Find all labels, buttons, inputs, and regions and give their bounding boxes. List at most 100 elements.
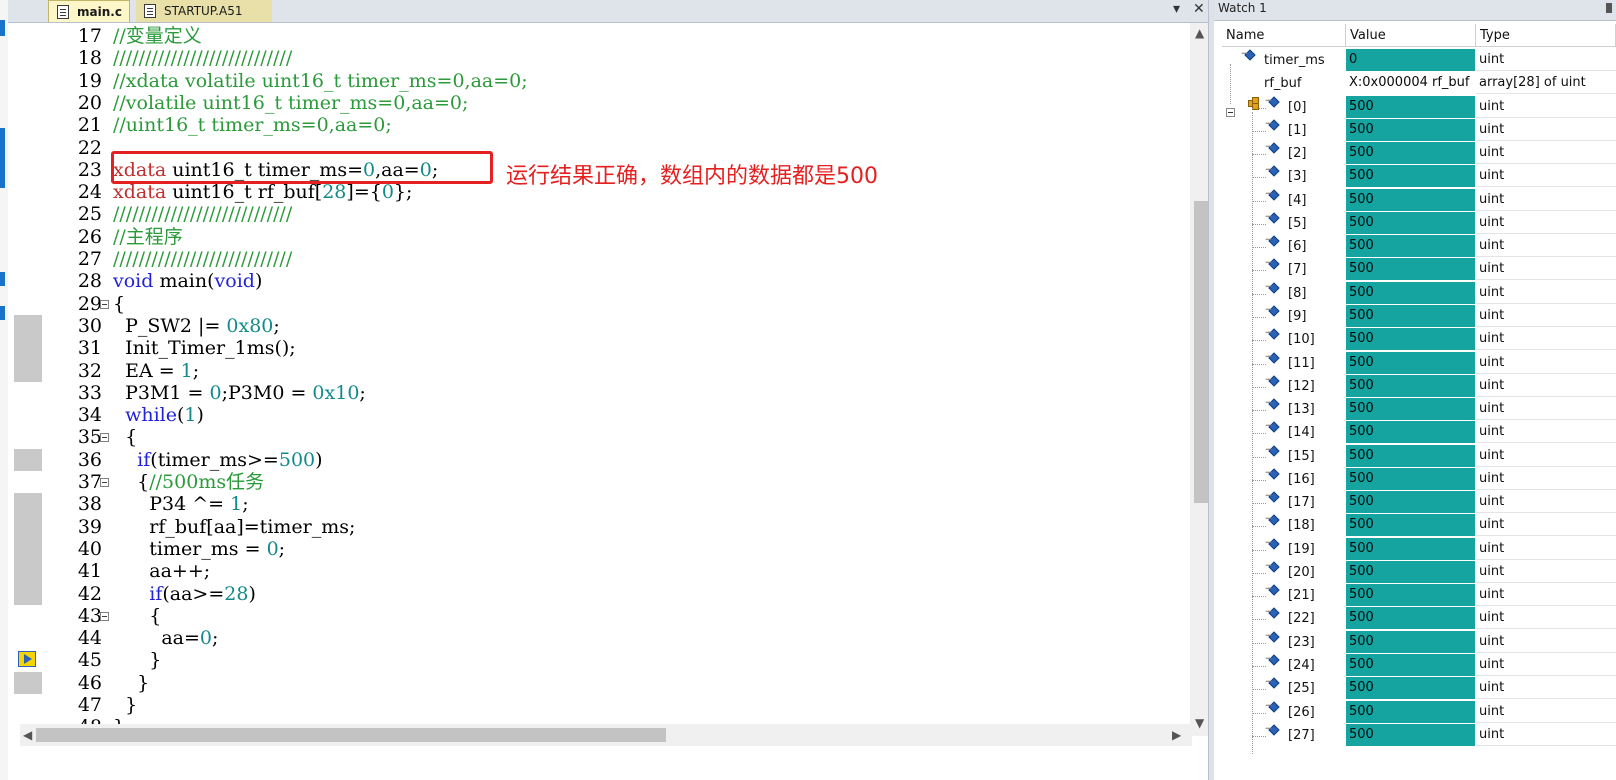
- watch-row[interactable]: [5] 500 uint: [1222, 211, 1616, 235]
- watch-row[interactable]: [27] 500 uint: [1222, 723, 1616, 747]
- code-line[interactable]: ////////////////////////////: [113, 248, 292, 270]
- watch-value[interactable]: 500: [1346, 398, 1475, 421]
- watch-value[interactable]: 500: [1346, 351, 1475, 374]
- code-line[interactable]: //uint16_t timer_ms=0,aa=0;: [113, 114, 392, 136]
- code-line[interactable]: //变量定义: [113, 25, 202, 47]
- tab-main-c[interactable]: main.c: [48, 0, 130, 22]
- watch-row[interactable]: [12] 500 uint: [1222, 374, 1616, 398]
- watch-value[interactable]: X:0x000004 rf_buf: [1346, 72, 1475, 94]
- code-line[interactable]: aa++;: [113, 560, 210, 582]
- watch-row[interactable]: rf_buf X:0x000004 rf_buf array[28] of uint: [1222, 72, 1616, 95]
- watch-row[interactable]: [26] 500 uint: [1222, 700, 1616, 724]
- code-line[interactable]: {: [113, 293, 125, 315]
- watch-row[interactable]: [1] 500 uint: [1222, 118, 1616, 142]
- watch-value[interactable]: 500: [1346, 258, 1475, 281]
- code-line[interactable]: timer_ms = 0;: [113, 538, 285, 560]
- watch-value[interactable]: 500: [1346, 654, 1475, 677]
- watch-row[interactable]: [24] 500 uint: [1222, 654, 1616, 677]
- code-line[interactable]: P3M1 = 0;P3M0 = 0x10;: [113, 382, 366, 404]
- watch-value[interactable]: 500: [1346, 467, 1475, 490]
- tab-dropdown-icon[interactable]: ▾: [1173, 1, 1180, 17]
- line-gutter[interactable]: 17 18 19 20 21 22 23 24 25 26 27 28 29 30 31 32 33 34 35 36…: [8, 23, 109, 738]
- watch-row[interactable]: [11] 500 uint: [1222, 351, 1616, 375]
- watch-value[interactable]: 500: [1346, 281, 1475, 304]
- watch-value[interactable]: 500: [1346, 537, 1475, 560]
- pin-icon[interactable]: [1606, 3, 1612, 13]
- watch-value[interactable]: 500: [1346, 491, 1475, 514]
- watch-row[interactable]: [10] 500 uint: [1222, 328, 1616, 351]
- watch-row[interactable]: [3] 500 uint: [1222, 165, 1616, 188]
- watch-value[interactable]: 500: [1346, 444, 1475, 467]
- watch-row[interactable]: [0] 500 uint: [1222, 95, 1616, 119]
- watch-value[interactable]: 500: [1346, 95, 1475, 118]
- scroll-up-icon[interactable]: ▲: [1195, 26, 1204, 40]
- tab-startup-a51[interactable]: STARTUP.A51: [136, 0, 272, 22]
- scroll-thumb[interactable]: [1194, 201, 1208, 503]
- scroll-thumb[interactable]: [36, 728, 666, 742]
- watch-row[interactable]: [4] 500 uint: [1222, 188, 1616, 212]
- code-line[interactable]: //主程序: [113, 226, 183, 248]
- code-line[interactable]: P34 ^= 1;: [113, 493, 248, 515]
- watch-value[interactable]: 500: [1346, 142, 1475, 165]
- watch-row[interactable]: [7] 500 uint: [1222, 258, 1616, 281]
- watch-row[interactable]: [20] 500 uint: [1222, 560, 1616, 584]
- watch-value[interactable]: 500: [1346, 235, 1475, 258]
- code-line[interactable]: rf_buf[aa]=timer_ms;: [113, 516, 355, 538]
- watch-value[interactable]: 500: [1346, 304, 1475, 327]
- horizontal-scrollbar[interactable]: ◀ ▶: [20, 724, 1192, 746]
- code-line[interactable]: void main(void): [113, 270, 262, 292]
- watch-value[interactable]: 500: [1346, 630, 1475, 653]
- code-line[interactable]: {: [113, 605, 161, 627]
- fold-toggle-icon[interactable]: [100, 299, 109, 309]
- code-line[interactable]: ////////////////////////////: [113, 203, 292, 225]
- code-line[interactable]: while(1): [113, 404, 204, 426]
- fold-toggle-icon[interactable]: [100, 611, 109, 621]
- close-icon[interactable]: ✕: [1193, 1, 1205, 17]
- code-line[interactable]: }: [113, 672, 149, 694]
- watch-value[interactable]: 500: [1346, 677, 1475, 700]
- watch-row[interactable]: [18] 500 uint: [1222, 514, 1616, 537]
- watch-row[interactable]: [17] 500 uint: [1222, 491, 1616, 514]
- watch-row[interactable]: timer_ms 0 uint: [1222, 49, 1616, 72]
- watch-value[interactable]: 500: [1346, 328, 1475, 351]
- code-line[interactable]: aa=0;: [113, 627, 218, 649]
- code-line[interactable]: }: [113, 649, 161, 671]
- column-header-value[interactable]: Value: [1346, 24, 1476, 47]
- code-line[interactable]: //volatile uint16_t timer_ms=0,aa=0;: [113, 92, 468, 114]
- code-line[interactable]: xdata uint16_t rf_buf[28]={0};: [113, 181, 412, 203]
- watch-row[interactable]: [15] 500 uint: [1222, 444, 1616, 468]
- watch-value[interactable]: 500: [1346, 584, 1475, 607]
- watch-value[interactable]: 500: [1346, 514, 1475, 537]
- watch-row[interactable]: [14] 500 uint: [1222, 421, 1616, 444]
- scroll-right-icon[interactable]: ▶: [1172, 728, 1181, 742]
- watch-value[interactable]: 500: [1346, 723, 1475, 746]
- watch-row[interactable]: [23] 500 uint: [1222, 630, 1616, 654]
- scroll-left-icon[interactable]: ◀: [23, 728, 32, 742]
- watch-value[interactable]: 500: [1346, 421, 1475, 444]
- watch-row[interactable]: [25] 500 uint: [1222, 677, 1616, 700]
- code-line[interactable]: Init_Timer_1ms();: [113, 337, 296, 359]
- fold-toggle-icon[interactable]: [100, 478, 109, 487]
- code-line[interactable]: //xdata volatile uint16_t timer_ms=0,aa=…: [113, 70, 528, 92]
- watch-value[interactable]: 500: [1346, 118, 1475, 141]
- watch-value[interactable]: 0: [1346, 49, 1475, 71]
- code-line[interactable]: EA = 1;: [113, 360, 199, 382]
- watch-row[interactable]: [6] 500 uint: [1222, 235, 1616, 258]
- code-line[interactable]: }: [113, 694, 137, 716]
- code-line[interactable]: if(timer_ms>=500): [113, 449, 322, 471]
- fold-toggle-icon[interactable]: [100, 433, 109, 443]
- watch-row[interactable]: [22] 500 uint: [1222, 607, 1616, 630]
- code-line[interactable]: {//500ms任务: [113, 471, 264, 493]
- scroll-down-icon[interactable]: ▼: [1195, 716, 1204, 730]
- column-header-name[interactable]: Name: [1222, 24, 1346, 47]
- watch-value[interactable]: 500: [1346, 560, 1475, 583]
- code-area[interactable]: //变量定义//////////////////////////////xdat…: [113, 23, 1188, 736]
- watch-value[interactable]: 500: [1346, 700, 1475, 723]
- watch-row[interactable]: [19] 500 uint: [1222, 537, 1616, 561]
- code-line[interactable]: ////////////////////////////: [113, 47, 292, 69]
- code-line[interactable]: if(aa>=28): [113, 583, 256, 605]
- column-header-type[interactable]: Type: [1476, 24, 1616, 47]
- watch-row[interactable]: [13] 500 uint: [1222, 398, 1616, 421]
- watch-row[interactable]: [2] 500 uint: [1222, 142, 1616, 165]
- watch-row[interactable]: [16] 500 uint: [1222, 467, 1616, 491]
